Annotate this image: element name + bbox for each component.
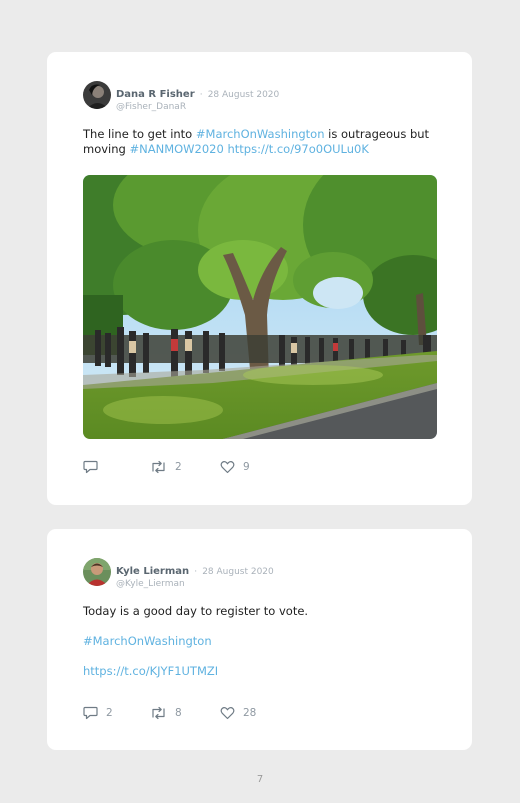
reply-count: 2 (106, 707, 113, 719)
tweet-actions: 2 8 28 (83, 705, 423, 721)
separator: · (199, 90, 203, 100)
url-link[interactable]: https://t.co/97o0OULu0K (227, 142, 368, 156)
text-segment: The line to get into (83, 127, 196, 141)
tweet-actions: 2 9 (83, 459, 423, 475)
heart-icon[interactable] (220, 460, 235, 474)
retweet-icon[interactable] (150, 460, 167, 474)
tweet-date[interactable]: 28 August 2020 (208, 90, 280, 100)
reply-icon[interactable] (83, 460, 98, 474)
author-handle[interactable]: @Kyle_Lierman (116, 579, 436, 589)
retweet-count: 2 (175, 461, 182, 473)
hashtag-link[interactable]: #MarchOnWashington (83, 634, 443, 649)
tweet-photo[interactable] (83, 175, 437, 439)
like-count: 28 (243, 707, 257, 719)
tweet-card: Kyle Lierman · 28 August 2020 @Kyle_Lier… (47, 529, 472, 750)
tweet-header: Dana R Fisher · 28 August 2020 @Fisher_D… (116, 82, 436, 112)
like-count: 9 (243, 461, 250, 473)
reply-action[interactable]: 2 (83, 705, 113, 721)
url-link[interactable]: https://t.co/KJYF1UTMZI (83, 664, 443, 679)
tweet-text-line: Today is a good day to register to vote. (83, 604, 309, 618)
tweet-text: The line to get into #MarchOnWashington … (83, 127, 443, 157)
hashtag-link[interactable]: #MarchOnWashington (196, 127, 325, 141)
tweet-card: Dana R Fisher · 28 August 2020 @Fisher_D… (47, 52, 472, 505)
page-number: 7 (256, 774, 264, 785)
like-action[interactable]: 28 (220, 705, 256, 721)
retweet-count: 8 (175, 707, 182, 719)
reply-action[interactable] (83, 459, 106, 475)
hashtag-link[interactable]: #NANMOW2020 (129, 142, 223, 156)
retweet-icon[interactable] (150, 706, 167, 720)
author-name[interactable]: Kyle Lierman (116, 566, 189, 577)
retweet-action[interactable]: 2 (150, 459, 182, 475)
like-action[interactable]: 9 (220, 459, 250, 475)
heart-icon[interactable] (220, 706, 235, 720)
tweet-header: Kyle Lierman · 28 August 2020 @Kyle_Lier… (116, 559, 436, 589)
retweet-action[interactable]: 8 (150, 705, 182, 721)
separator: · (194, 567, 198, 577)
author-handle[interactable]: @Fisher_DanaR (116, 102, 436, 112)
tweet-date[interactable]: 28 August 2020 (202, 567, 274, 577)
avatar[interactable] (83, 81, 111, 109)
avatar[interactable] (83, 558, 111, 586)
reply-icon[interactable] (83, 706, 98, 720)
author-name[interactable]: Dana R Fisher (116, 89, 195, 100)
